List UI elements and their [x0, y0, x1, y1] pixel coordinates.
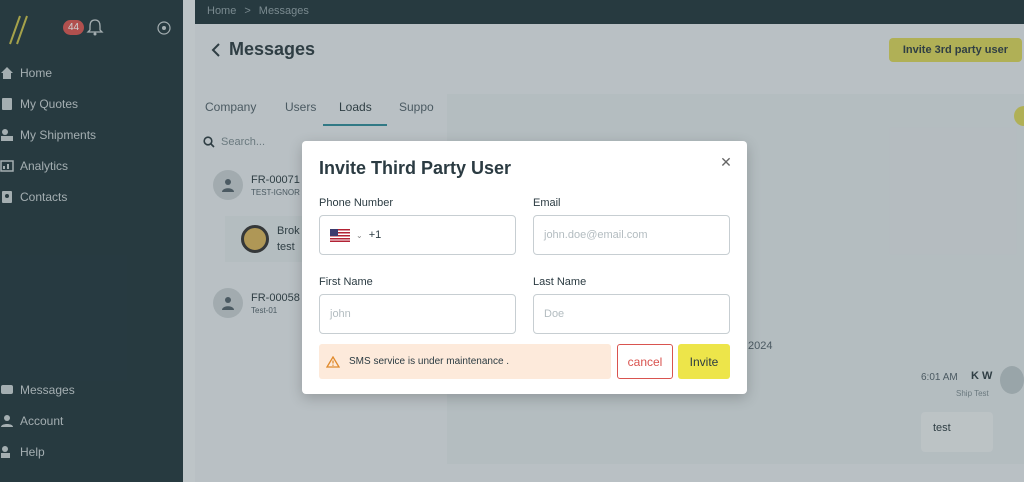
last-name-placeholder: Doe	[544, 308, 565, 320]
phone-field[interactable]: ⌄ +1	[319, 215, 516, 255]
phone-country-code: +1	[368, 229, 382, 241]
first-name-placeholder: john	[330, 308, 351, 320]
alert-text: SMS service is under maintenance .	[349, 356, 510, 367]
maintenance-alert: SMS service is under maintenance .	[319, 344, 611, 379]
email-placeholder: john.doe@email.com	[544, 229, 648, 241]
modal-title: Invite Third Party User	[319, 158, 512, 178]
us-flag-icon[interactable]	[330, 228, 350, 242]
email-field[interactable]: john.doe@email.com	[533, 215, 730, 255]
cancel-button[interactable]: cancel	[617, 344, 673, 379]
invite-modal: Invite Third Party User ✕ Phone Number ⌄…	[302, 141, 747, 394]
first-name-field[interactable]: john	[319, 294, 516, 334]
close-icon[interactable]: ✕	[720, 155, 732, 169]
last-name-label: Last Name	[533, 276, 587, 288]
warning-icon	[326, 355, 340, 368]
invite-button[interactable]: Invite	[678, 344, 730, 379]
phone-label: Phone Number	[319, 197, 393, 209]
chevron-down-icon[interactable]: ⌄	[356, 231, 363, 240]
first-name-label: First Name	[319, 276, 373, 288]
email-label: Email	[533, 197, 561, 209]
last-name-field[interactable]: Doe	[533, 294, 730, 334]
